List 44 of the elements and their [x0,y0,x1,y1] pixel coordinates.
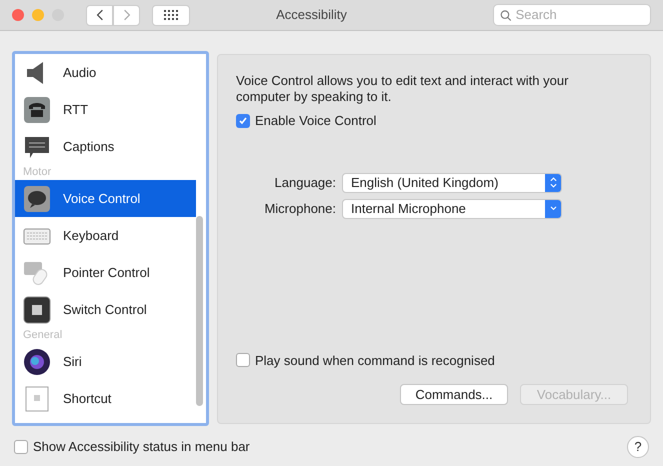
search-icon [500,8,512,22]
help-button[interactable]: ? [627,436,649,458]
sidebar-item[interactable]: Shortcut [15,380,196,417]
checkbox[interactable] [236,353,250,368]
checkbox[interactable] [236,114,250,128]
minimize-button[interactable] [32,9,44,21]
popup-button[interactable]: Internal Microphone [342,198,562,218]
document-icon [23,384,51,412]
search-field[interactable]: Search [516,5,644,25]
up-down-arrows-icon [550,177,556,188]
scrollbar[interactable] [196,216,203,406]
checkbox-label: Show Accessibility status in menu bar [33,438,250,456]
field-label: Microphone: [263,200,336,218]
back-button[interactable] [86,4,113,26]
close-button[interactable] [12,9,24,21]
popup-button[interactable]: English (United Kingdom) [342,172,562,192]
checkbox[interactable] [14,440,28,454]
sidebar-item[interactable]: RTT [15,91,196,128]
switch-icon [23,296,51,324]
orb-icon [23,348,51,376]
checkbox-label: Enable Voice Control [255,112,376,130]
sidebar-item[interactable]: Audio [15,54,196,91]
field-label: Language: [274,174,336,192]
chevron-down-icon [550,206,556,211]
section-header: Motor [22,165,52,180]
sidebar-item[interactable]: Pointer Control [15,254,196,291]
window-title: Accessibility [275,6,348,24]
sidebar-item[interactable]: Voice Control [15,180,196,217]
grid-button[interactable] [152,4,190,26]
phone-icon [23,96,51,124]
sidebar-item[interactable]: Siri [15,343,196,380]
chevron-right-icon [122,9,130,21]
sidebar-item[interactable]: Keyboard [15,217,196,254]
sidebar-item[interactable]: Switch Control [15,291,196,328]
checkmark-icon [238,116,248,126]
chevron-left-icon [96,9,104,21]
description: Voice Control allows you to edit text and interact with your computer by speaking to it. [236,73,570,105]
grid-icon [164,10,178,20]
sidebar-item[interactable]: Captions [15,128,196,165]
push-button[interactable]: Commands... [400,384,508,405]
checkbox-label: Play sound when command is recognised [255,352,495,370]
section-header: General [22,328,64,343]
search-bar[interactable]: Search [493,4,651,26]
speech-bubble-icon [23,184,51,212]
